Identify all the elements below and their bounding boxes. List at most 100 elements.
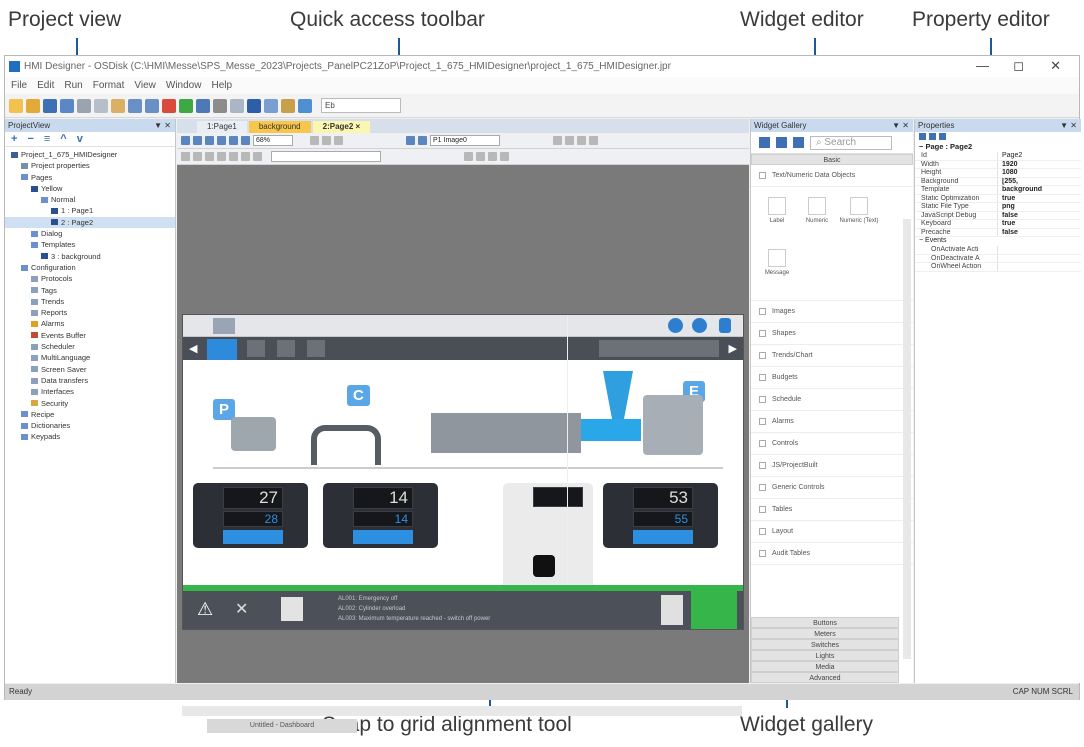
tree-item[interactable]: Trends	[5, 296, 175, 307]
align-left-icon[interactable]	[553, 136, 562, 145]
zoom-select[interactable]: Eb	[321, 98, 401, 113]
gallery-category[interactable]: Tables	[751, 499, 913, 521]
paste-icon[interactable]	[111, 98, 125, 113]
tree-item[interactable]: Keypads	[5, 431, 175, 442]
widget-grid-icon[interactable]	[793, 137, 804, 148]
event-row[interactable]: OnActivate Acti	[915, 246, 1081, 255]
minimize-icon[interactable]: —	[976, 58, 989, 73]
grid-icon[interactable]	[230, 98, 244, 113]
property-row[interactable]: Keyboard true	[915, 220, 1081, 229]
flip-icon[interactable]	[253, 152, 262, 161]
layer-select[interactable]: P1 Image0	[430, 135, 500, 146]
hmi-nav-right-group[interactable]	[599, 340, 719, 357]
menu-item-file[interactable]: File	[11, 80, 27, 91]
paste-icon[interactable]	[334, 136, 343, 145]
gallery-category[interactable]: Alarms	[751, 411, 913, 433]
simulator-icon[interactable]	[298, 98, 312, 113]
property-row[interactable]: Background [255,	[915, 177, 1081, 186]
gallery-section[interactable]: Lights	[751, 650, 899, 661]
bottom-tab[interactable]: Untitled - Dashboard	[207, 719, 357, 733]
widget-editor-icon[interactable]	[759, 137, 770, 148]
section-basic[interactable]: Basic	[751, 154, 913, 165]
event-value[interactable]	[997, 246, 1081, 254]
text-color-icon[interactable]	[500, 152, 509, 161]
layers-icon[interactable]	[264, 98, 278, 113]
send-back-icon[interactable]	[193, 152, 202, 161]
lock-icon[interactable]	[229, 152, 238, 161]
property-value[interactable]: false	[997, 211, 1081, 219]
zoom-out-icon[interactable]	[193, 136, 202, 145]
add-icon[interactable]: +	[11, 133, 17, 145]
align-right-icon[interactable]	[577, 136, 586, 145]
property-value[interactable]: 1080	[997, 169, 1081, 177]
new-icon[interactable]	[9, 98, 23, 113]
gallery-category[interactable]: Audit Tables	[751, 543, 913, 565]
snap-to-grid-icon[interactable]	[406, 136, 415, 145]
hmi-nav-item[interactable]	[247, 340, 265, 357]
menu-item-view[interactable]: View	[134, 80, 156, 91]
property-row[interactable]: Precache false	[915, 228, 1081, 237]
gallery-category[interactable]: Images	[751, 301, 913, 323]
italic-icon[interactable]	[476, 152, 485, 161]
copy-icon[interactable]	[94, 98, 108, 113]
widget-numeric-text[interactable]: Numeric (Text)	[839, 197, 879, 224]
bring-front-icon[interactable]	[181, 152, 190, 161]
tree-item[interactable]: 1 : Page1	[5, 205, 175, 216]
event-row[interactable]: OnWheel Action	[915, 263, 1081, 272]
hmi-setpoint-2[interactable]: 14	[353, 511, 413, 527]
tree-item[interactable]: Protocols	[5, 273, 175, 284]
zoom-in-icon[interactable]	[181, 136, 190, 145]
move-down-icon[interactable]: v	[77, 133, 83, 145]
hmi-page-canvas[interactable]: ◀ ▶ P C E 27 28 14 14 53 55 ⚠ ✕ AL001: E…	[182, 314, 744, 630]
maximize-icon[interactable]: ◻	[1013, 58, 1024, 74]
tab-page2[interactable]: 2:Page2 ×	[312, 121, 371, 133]
gallery-section[interactable]: Switches	[751, 639, 899, 650]
property-value[interactable]: false	[997, 228, 1081, 236]
scroll-arrows-icon[interactable]	[661, 595, 683, 625]
tree-item[interactable]: Alarms	[5, 318, 175, 329]
widget-numeric[interactable]: Numeric	[799, 197, 835, 224]
open-icon[interactable]	[26, 98, 40, 113]
gallery-category[interactable]: Shapes	[751, 323, 913, 345]
gallery-category[interactable]: Budgets	[751, 367, 913, 389]
tree-item[interactable]: Reports	[5, 307, 175, 318]
tree-item[interactable]: Project_1_675_HMIDesigner	[5, 149, 175, 160]
widget-label[interactable]: Label	[759, 197, 795, 224]
tab-background[interactable]: background	[248, 121, 311, 133]
rotate-icon[interactable]	[241, 152, 250, 161]
tools-icon[interactable]	[213, 98, 227, 113]
widget-message[interactable]: Message	[759, 249, 795, 276]
align-icon[interactable]	[247, 98, 261, 113]
property-value[interactable]: Page2	[997, 152, 1081, 160]
undo-icon[interactable]	[128, 98, 142, 113]
tree-item[interactable]: Templates	[5, 239, 175, 250]
tree-item[interactable]: Pages	[5, 172, 175, 183]
save-icon[interactable]	[43, 98, 57, 113]
property-value[interactable]: [255,	[997, 177, 1081, 185]
horizontal-scrollbar[interactable]	[182, 706, 742, 716]
categorized-icon[interactable]	[919, 133, 926, 140]
gallery-category[interactable]: JS/ProjectBuilt	[751, 455, 913, 477]
ungroup-icon[interactable]	[217, 152, 226, 161]
event-value[interactable]	[997, 254, 1081, 262]
gallery-category[interactable]: Layout	[751, 521, 913, 543]
redo-icon[interactable]	[145, 98, 159, 113]
property-value[interactable]: 1920	[997, 160, 1081, 168]
mute-icon[interactable]: ✕	[235, 599, 248, 619]
zoom-level-select[interactable]: 68%	[253, 135, 293, 146]
tree-item[interactable]: Project properties	[5, 160, 175, 171]
close-icon[interactable]: ✕	[1050, 58, 1061, 74]
group-icon[interactable]	[205, 152, 214, 161]
run-icon[interactable]	[179, 98, 193, 113]
property-row[interactable]: Static Optimization true	[915, 194, 1081, 203]
hmi-ack-button[interactable]	[691, 591, 737, 629]
tree-item[interactable]: Normal	[5, 194, 175, 205]
tree-item[interactable]: Dictionaries	[5, 420, 175, 431]
zoom-fit-icon[interactable]	[205, 136, 214, 145]
tree-item[interactable]: Dialog	[5, 228, 175, 239]
menu-item-format[interactable]: Format	[93, 80, 125, 91]
gallery-category[interactable]: Generic Controls	[751, 477, 913, 499]
tree-item[interactable]: Data transfers	[5, 375, 175, 386]
property-value[interactable]: true	[997, 220, 1081, 228]
hmi-prev-icon[interactable]: ◀	[189, 342, 197, 355]
